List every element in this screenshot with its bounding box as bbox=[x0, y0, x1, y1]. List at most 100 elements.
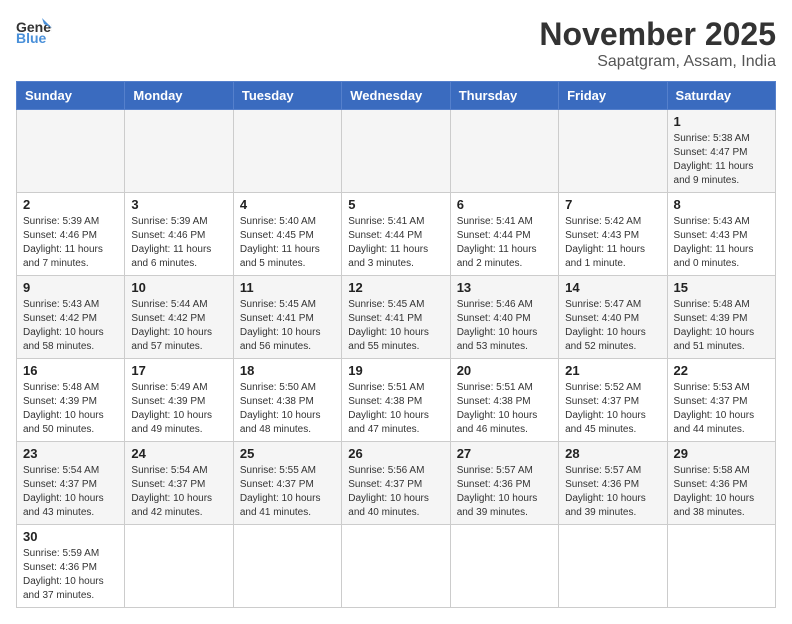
day-number: 26 bbox=[348, 446, 443, 461]
calendar-cell: 21 Sunrise: 5:52 AM Sunset: 4:37 PM Dayli… bbox=[559, 359, 667, 442]
day-number: 13 bbox=[457, 280, 552, 295]
day-info: Sunrise: 5:43 AM Sunset: 4:42 PM Dayligh… bbox=[23, 298, 118, 354]
day-number: 8 bbox=[674, 197, 769, 212]
calendar-cell bbox=[17, 110, 125, 193]
calendar-cell bbox=[233, 110, 341, 193]
calendar-cell bbox=[450, 110, 558, 193]
calendar-cell: 13 Sunrise: 5:46 AM Sunset: 4:40 PM Dayli… bbox=[450, 276, 558, 359]
calendar-cell: 7 Sunrise: 5:42 AM Sunset: 4:43 PM Daylig… bbox=[559, 193, 667, 276]
calendar-cell: 1Sunrise: 5:38 AM Sunset: 4:47 PM Daylig… bbox=[667, 110, 775, 193]
day-info: Sunrise: 5:59 AM Sunset: 4:36 PM Dayligh… bbox=[23, 547, 118, 603]
calendar-row: 16 Sunrise: 5:48 AM Sunset: 4:39 PM Dayli… bbox=[17, 359, 776, 442]
calendar-cell: 23Sunrise: 5:54 AM Sunset: 4:37 PM Dayli… bbox=[17, 442, 125, 525]
day-info: Sunrise: 5:39 AM Sunset: 4:46 PM Dayligh… bbox=[23, 215, 118, 271]
calendar-cell bbox=[342, 525, 450, 608]
day-number: 4 bbox=[240, 197, 335, 212]
calendar-cell: 15 Sunrise: 5:48 AM Sunset: 4:39 PM Dayli… bbox=[667, 276, 775, 359]
calendar-cell bbox=[667, 525, 775, 608]
day-info: Sunrise: 5:41 AM Sunset: 4:44 PM Dayligh… bbox=[457, 215, 552, 271]
weekday-header-monday: Monday bbox=[125, 82, 233, 110]
day-info: Sunrise: 5:57 AM Sunset: 4:36 PM Dayligh… bbox=[457, 464, 552, 520]
calendar-cell bbox=[559, 110, 667, 193]
day-number: 14 bbox=[565, 280, 660, 295]
day-info: Sunrise: 5:58 AM Sunset: 4:36 PM Dayligh… bbox=[674, 464, 769, 520]
day-number: 23 bbox=[23, 446, 118, 461]
day-info: Sunrise: 5:45 AM Sunset: 4:41 PM Dayligh… bbox=[240, 298, 335, 354]
day-number: 5 bbox=[348, 197, 443, 212]
weekday-header-sunday: Sunday bbox=[17, 82, 125, 110]
weekday-header-thursday: Thursday bbox=[450, 82, 558, 110]
calendar-cell: 20Sunrise: 5:51 AM Sunset: 4:38 PM Dayli… bbox=[450, 359, 558, 442]
calendar-row: 1Sunrise: 5:38 AM Sunset: 4:47 PM Daylig… bbox=[17, 110, 776, 193]
calendar-cell: 30 Sunrise: 5:59 AM Sunset: 4:36 PM Dayli… bbox=[17, 525, 125, 608]
month-title: November 2025 bbox=[539, 16, 776, 53]
calendar-cell: 5 Sunrise: 5:41 AM Sunset: 4:44 PM Daylig… bbox=[342, 193, 450, 276]
day-number: 9 bbox=[23, 280, 118, 295]
day-number: 24 bbox=[131, 446, 226, 461]
day-number: 27 bbox=[457, 446, 552, 461]
day-number: 11 bbox=[240, 280, 335, 295]
day-info: Sunrise: 5:39 AM Sunset: 4:46 PM Dayligh… bbox=[131, 215, 226, 271]
weekday-header-saturday: Saturday bbox=[667, 82, 775, 110]
calendar-cell: 11 Sunrise: 5:45 AM Sunset: 4:41 PM Dayli… bbox=[233, 276, 341, 359]
day-info: Sunrise: 5:43 AM Sunset: 4:43 PM Dayligh… bbox=[674, 215, 769, 271]
day-number: 12 bbox=[348, 280, 443, 295]
day-info: Sunrise: 5:48 AM Sunset: 4:39 PM Dayligh… bbox=[23, 381, 118, 437]
calendar-cell: 17Sunrise: 5:49 AM Sunset: 4:39 PM Dayli… bbox=[125, 359, 233, 442]
calendar-row: 2 Sunrise: 5:39 AM Sunset: 4:46 PM Daylig… bbox=[17, 193, 776, 276]
calendar-row: 30 Sunrise: 5:59 AM Sunset: 4:36 PM Dayli… bbox=[17, 525, 776, 608]
day-number: 22 bbox=[674, 363, 769, 378]
day-number: 19 bbox=[348, 363, 443, 378]
calendar-cell: 29 Sunrise: 5:58 AM Sunset: 4:36 PM Dayli… bbox=[667, 442, 775, 525]
day-number: 30 bbox=[23, 529, 118, 544]
day-info: Sunrise: 5:52 AM Sunset: 4:37 PM Dayligh… bbox=[565, 381, 660, 437]
title-block: November 2025 Sapatgram, Assam, India bbox=[539, 16, 776, 71]
day-info: Sunrise: 5:45 AM Sunset: 4:41 PM Dayligh… bbox=[348, 298, 443, 354]
day-info: Sunrise: 5:44 AM Sunset: 4:42 PM Dayligh… bbox=[131, 298, 226, 354]
day-number: 15 bbox=[674, 280, 769, 295]
day-info: Sunrise: 5:46 AM Sunset: 4:40 PM Dayligh… bbox=[457, 298, 552, 354]
weekday-header-friday: Friday bbox=[559, 82, 667, 110]
day-number: 10 bbox=[131, 280, 226, 295]
day-info: Sunrise: 5:47 AM Sunset: 4:40 PM Dayligh… bbox=[565, 298, 660, 354]
calendar-row: 9 Sunrise: 5:43 AM Sunset: 4:42 PM Daylig… bbox=[17, 276, 776, 359]
calendar-cell: 6 Sunrise: 5:41 AM Sunset: 4:44 PM Daylig… bbox=[450, 193, 558, 276]
day-info: Sunrise: 5:41 AM Sunset: 4:44 PM Dayligh… bbox=[348, 215, 443, 271]
calendar-cell bbox=[233, 525, 341, 608]
calendar-cell: 16 Sunrise: 5:48 AM Sunset: 4:39 PM Dayli… bbox=[17, 359, 125, 442]
day-info: Sunrise: 5:48 AM Sunset: 4:39 PM Dayligh… bbox=[674, 298, 769, 354]
calendar-cell: 27 Sunrise: 5:57 AM Sunset: 4:36 PM Dayli… bbox=[450, 442, 558, 525]
day-info: Sunrise: 5:54 AM Sunset: 4:37 PM Dayligh… bbox=[131, 464, 226, 520]
day-info: Sunrise: 5:53 AM Sunset: 4:37 PM Dayligh… bbox=[674, 381, 769, 437]
weekday-header-wednesday: Wednesday bbox=[342, 82, 450, 110]
calendar-cell: 10 Sunrise: 5:44 AM Sunset: 4:42 PM Dayli… bbox=[125, 276, 233, 359]
calendar-table: SundayMondayTuesdayWednesdayThursdayFrid… bbox=[16, 81, 776, 608]
header: General Blue November 2025 Sapatgram, As… bbox=[16, 16, 776, 71]
calendar-cell: 12 Sunrise: 5:45 AM Sunset: 4:41 PM Dayli… bbox=[342, 276, 450, 359]
calendar-cell bbox=[559, 525, 667, 608]
day-info: Sunrise: 5:51 AM Sunset: 4:38 PM Dayligh… bbox=[457, 381, 552, 437]
calendar-cell: 19Sunrise: 5:51 AM Sunset: 4:38 PM Dayli… bbox=[342, 359, 450, 442]
day-number: 16 bbox=[23, 363, 118, 378]
day-number: 29 bbox=[674, 446, 769, 461]
day-number: 6 bbox=[457, 197, 552, 212]
day-number: 1 bbox=[674, 114, 769, 129]
day-number: 7 bbox=[565, 197, 660, 212]
calendar-cell: 8 Sunrise: 5:43 AM Sunset: 4:43 PM Daylig… bbox=[667, 193, 775, 276]
calendar-cell: 26 Sunrise: 5:56 AM Sunset: 4:37 PM Dayli… bbox=[342, 442, 450, 525]
day-info: Sunrise: 5:42 AM Sunset: 4:43 PM Dayligh… bbox=[565, 215, 660, 271]
day-info: Sunrise: 5:56 AM Sunset: 4:37 PM Dayligh… bbox=[348, 464, 443, 520]
day-number: 25 bbox=[240, 446, 335, 461]
calendar-cell: 18Sunrise: 5:50 AM Sunset: 4:38 PM Dayli… bbox=[233, 359, 341, 442]
calendar-cell: 4Sunrise: 5:40 AM Sunset: 4:45 PM Daylig… bbox=[233, 193, 341, 276]
calendar-cell: 24 Sunrise: 5:54 AM Sunset: 4:37 PM Dayli… bbox=[125, 442, 233, 525]
location-title: Sapatgram, Assam, India bbox=[539, 53, 776, 71]
day-info: Sunrise: 5:49 AM Sunset: 4:39 PM Dayligh… bbox=[131, 381, 226, 437]
calendar-cell bbox=[125, 110, 233, 193]
calendar-cell: 22 Sunrise: 5:53 AM Sunset: 4:37 PM Dayli… bbox=[667, 359, 775, 442]
logo-svg: General Blue bbox=[16, 16, 52, 44]
day-number: 21 bbox=[565, 363, 660, 378]
calendar-cell bbox=[125, 525, 233, 608]
day-number: 2 bbox=[23, 197, 118, 212]
calendar-cell bbox=[450, 525, 558, 608]
